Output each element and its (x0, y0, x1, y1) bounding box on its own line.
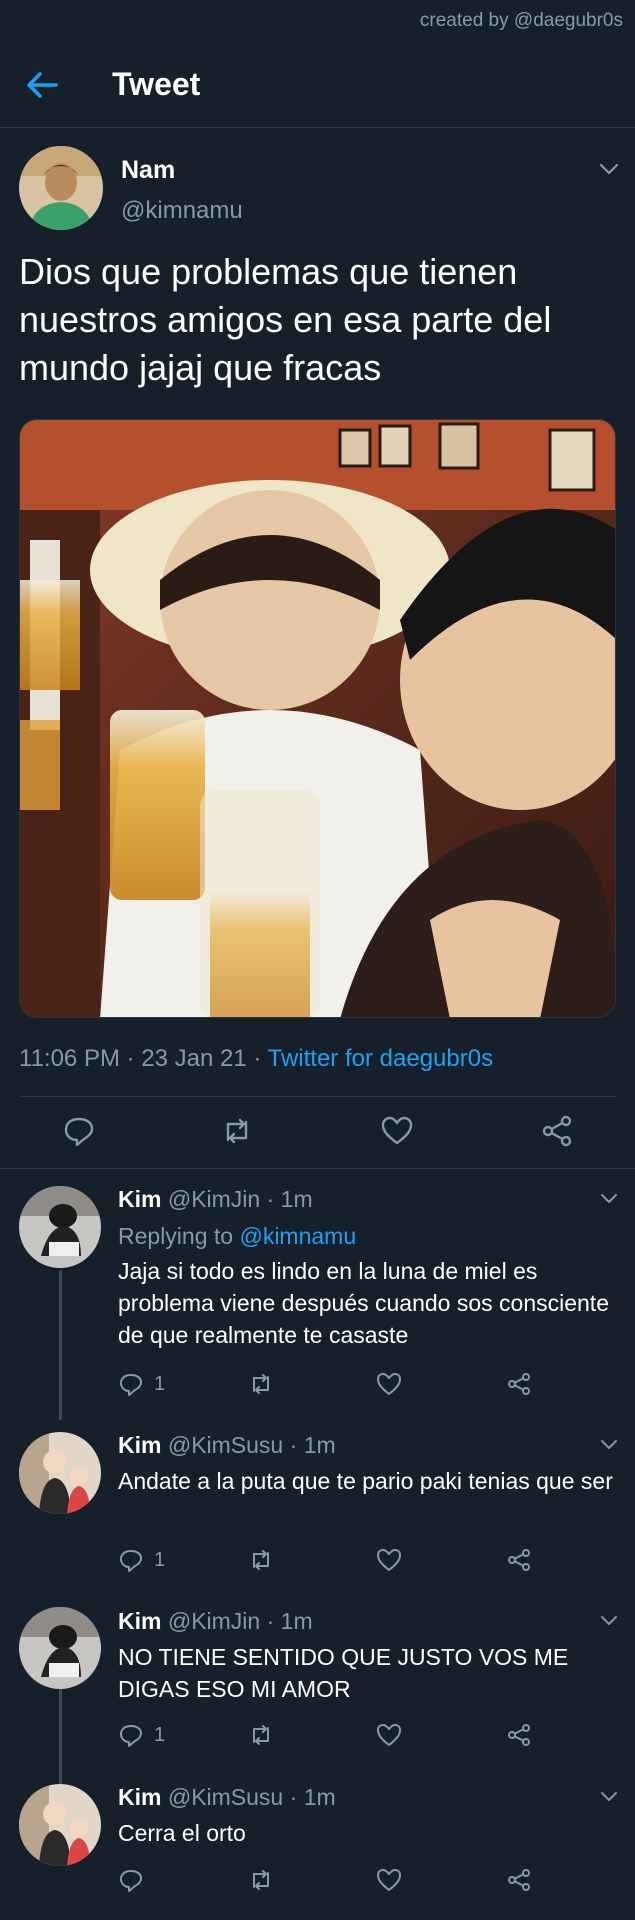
reply-handle[interactable]: @KimJin (168, 1608, 260, 1634)
share-icon (508, 1549, 530, 1571)
reply-icon[interactable] (62, 1114, 96, 1148)
meta-separator: · (289, 1432, 298, 1458)
retweet-icon (253, 1550, 269, 1570)
watermark: created by @daegubr0s (419, 10, 623, 31)
reply-text: Andate a la puta que te pario paki tenia… (118, 1468, 613, 1494)
avatar[interactable] (19, 1784, 101, 1866)
reply-handle[interactable]: @KimSusu (168, 1784, 283, 1810)
share-icon (508, 1869, 530, 1891)
share-button[interactable] (506, 1546, 532, 1574)
reply-time: 1m (303, 1784, 336, 1810)
tweet-meta: 11:06 PM · 23 Jan 21 · Twitter for daegu… (19, 1045, 493, 1073)
share-icon[interactable] (540, 1114, 574, 1148)
retweet-button[interactable] (248, 1370, 274, 1398)
share-button[interactable] (506, 1370, 532, 1398)
reply-button[interactable]: 1 (118, 1370, 165, 1398)
reply-button[interactable]: 1 (118, 1721, 165, 1749)
reply-header: Kim @KimSusu · 1m (118, 1432, 336, 1459)
reply-text: Cerra el orto (118, 1820, 246, 1846)
like-button[interactable] (376, 1721, 402, 1749)
reply-icon (120, 1550, 142, 1572)
like-icon (377, 1724, 401, 1746)
chevron-down-icon[interactable] (598, 1438, 620, 1452)
like-icon (377, 1869, 401, 1891)
retweet-icon (253, 1374, 269, 1394)
meta-separator: · (266, 1608, 275, 1634)
divider (0, 1168, 635, 1169)
replying-to: Replying to @kimnamu (118, 1223, 356, 1250)
reply-text: Jaja si todo es lindo en la luna de miel… (118, 1258, 609, 1348)
share-button[interactable] (506, 1721, 532, 1749)
tweet-text: Dios que problemas que tienen nuestros a… (19, 251, 552, 388)
like-button[interactable] (376, 1370, 402, 1398)
reply-time: 1m (303, 1432, 336, 1458)
retweet-icon (253, 1725, 269, 1745)
page-title: Tweet (112, 66, 201, 102)
reply-icon (120, 1374, 142, 1396)
reply-name[interactable]: Kim (118, 1608, 161, 1634)
chevron-down-icon[interactable] (598, 1614, 620, 1628)
reply-icon (120, 1870, 142, 1892)
retweet-button[interactable] (248, 1546, 274, 1574)
meta-separator: · (253, 1045, 262, 1072)
thread-line (59, 1270, 62, 1420)
retweet-button[interactable] (248, 1866, 274, 1894)
top-bar: Tweet (0, 42, 635, 128)
retweet-icon[interactable] (220, 1114, 254, 1148)
meta-separator: · (266, 1186, 275, 1212)
share-icon (508, 1373, 530, 1395)
retweet-icon (253, 1870, 269, 1890)
tweet-time: 11:06 PM (19, 1045, 120, 1072)
divider (19, 1096, 616, 1097)
meta-separator: · (289, 1784, 298, 1810)
like-icon (377, 1373, 401, 1395)
like-icon (377, 1549, 401, 1571)
tweet-date: 23 Jan 21 (141, 1045, 247, 1072)
chevron-down-icon[interactable] (598, 1192, 620, 1206)
reply-button[interactable] (118, 1866, 154, 1894)
tweet-photo[interactable] (19, 419, 616, 1018)
avatar[interactable] (19, 1607, 101, 1689)
avatar[interactable] (19, 146, 103, 230)
reply-header: Kim @KimSusu · 1m (118, 1784, 336, 1811)
retweet-button[interactable] (248, 1721, 274, 1749)
chevron-down-icon[interactable] (598, 1790, 620, 1804)
share-button[interactable] (506, 1866, 532, 1894)
reply-handle[interactable]: @KimSusu (168, 1432, 283, 1458)
reply-header: Kim @KimJin · 1m (118, 1608, 313, 1635)
meta-separator: · (126, 1045, 135, 1072)
back-arrow-icon[interactable] (24, 70, 60, 100)
avatar[interactable] (19, 1432, 101, 1514)
share-icon (508, 1724, 530, 1746)
reply-button[interactable]: 1 (118, 1546, 165, 1574)
reply-name[interactable]: Kim (118, 1186, 161, 1212)
reply-name[interactable]: Kim (118, 1784, 161, 1810)
reply-count: 1 (154, 1723, 166, 1746)
like-button[interactable] (376, 1866, 402, 1894)
reply-icon (120, 1725, 142, 1747)
reply-time: 1m (280, 1186, 313, 1212)
reply-name[interactable]: Kim (118, 1432, 161, 1458)
reply-time: 1m (280, 1608, 313, 1634)
replying-label: Replying to (118, 1223, 234, 1249)
reply-text: NO TIENE SENTIDO QUE JUSTO VOS ME DIGAS … (118, 1644, 569, 1702)
reply-count: 1 (154, 1548, 166, 1571)
like-icon[interactable] (380, 1114, 414, 1148)
chevron-down-icon[interactable] (598, 162, 620, 176)
replying-to-link[interactable]: @kimnamu (239, 1223, 356, 1249)
reply-header: Kim @KimJin · 1m (118, 1186, 313, 1213)
tweet-source-link[interactable]: Twitter for daegubr0s (268, 1045, 493, 1072)
avatar[interactable] (19, 1186, 101, 1268)
author-name[interactable]: Nam (121, 156, 175, 185)
reply-handle[interactable]: @KimJin (168, 1186, 260, 1212)
like-button[interactable] (376, 1546, 402, 1574)
reply-count: 1 (154, 1372, 166, 1395)
author-handle[interactable]: @kimnamu (121, 197, 243, 225)
thread-line (59, 1688, 62, 1794)
